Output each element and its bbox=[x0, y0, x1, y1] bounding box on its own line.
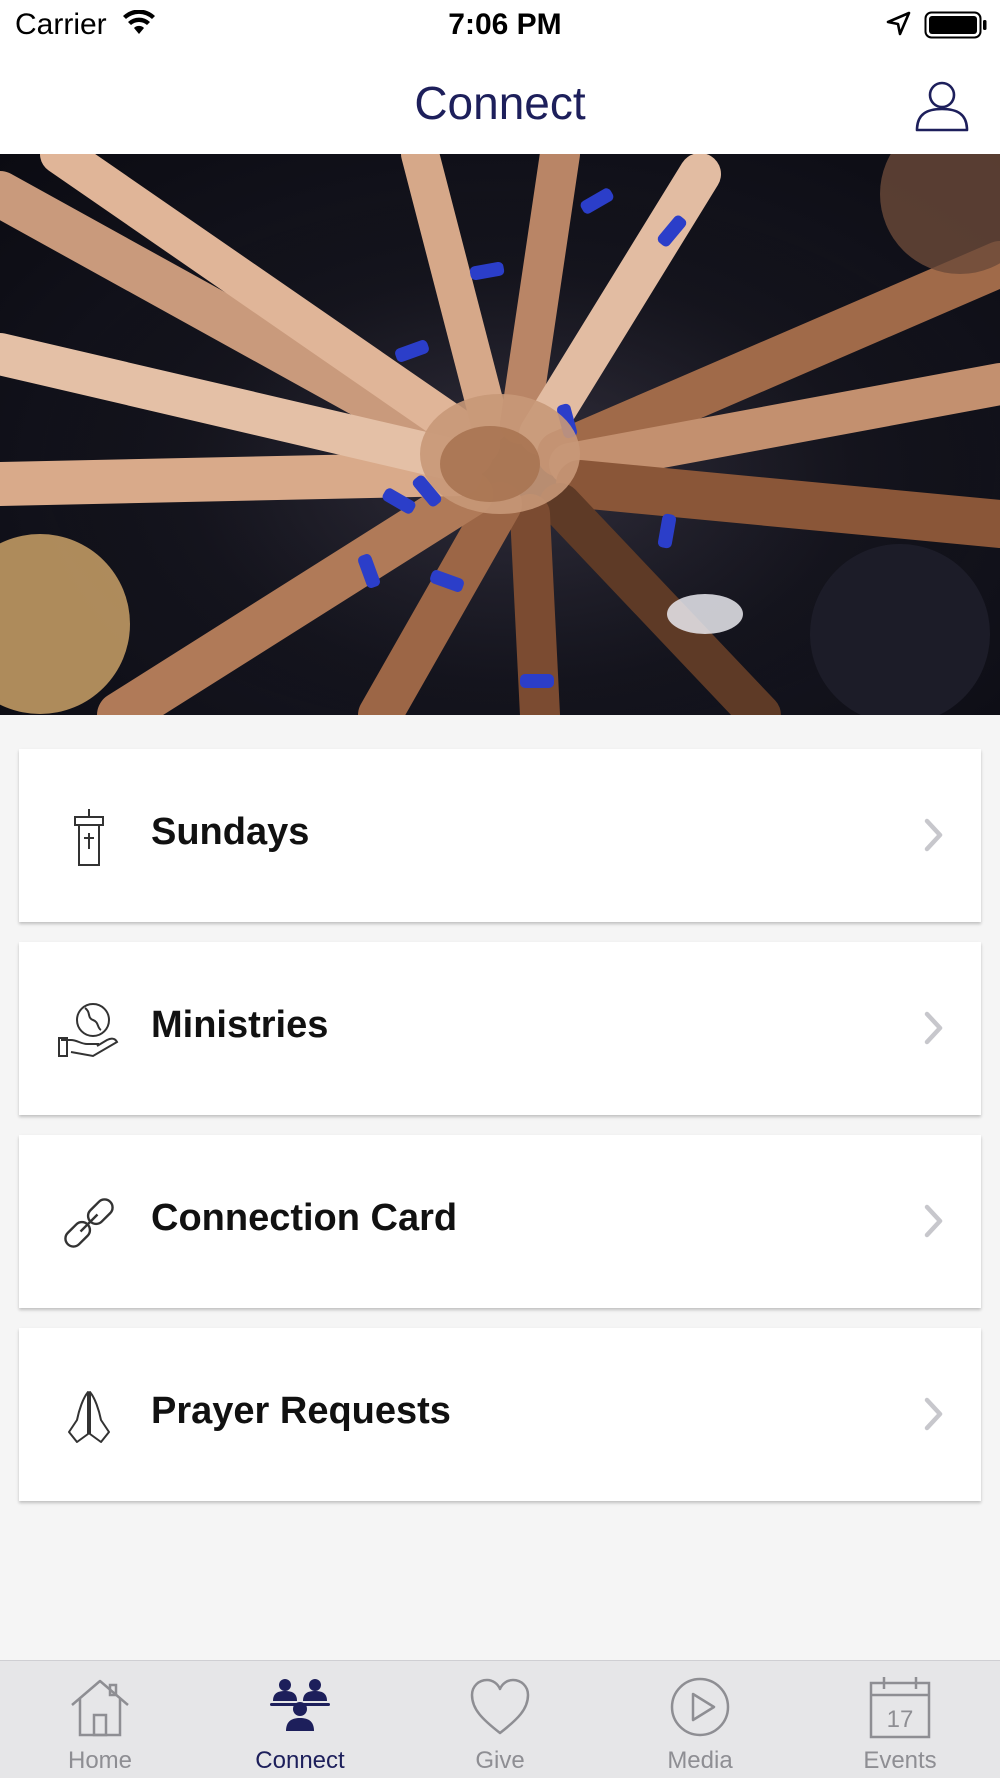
menu-item-ministries[interactable]: Ministries bbox=[19, 942, 981, 1115]
menu-item-label: Sundays bbox=[151, 811, 310, 853]
tab-label: Events bbox=[863, 1747, 937, 1774]
tab-label: Give bbox=[475, 1747, 525, 1774]
menu-item-label: Prayer Requests bbox=[151, 1390, 451, 1432]
location-arrow-icon bbox=[884, 10, 912, 43]
menu-item-prayer-requests[interactable]: Prayer Requests bbox=[19, 1328, 981, 1501]
navigation-bar: Connect bbox=[0, 52, 1000, 154]
chevron-right-icon bbox=[922, 817, 946, 858]
tab-connect[interactable]: Connect bbox=[200, 1661, 400, 1778]
profile-icon[interactable] bbox=[914, 78, 970, 139]
tab-home[interactable]: Home bbox=[0, 1661, 200, 1778]
menu-item-connection-card[interactable]: Connection Card bbox=[19, 1135, 981, 1308]
menu-item-label: Ministries bbox=[151, 1004, 329, 1046]
globe-in-hand-icon bbox=[57, 998, 121, 1062]
tab-bar: Home Connect Give Media 17 Events bbox=[0, 1660, 1000, 1778]
heart-icon bbox=[468, 1675, 532, 1739]
chevron-right-icon bbox=[922, 1396, 946, 1437]
tab-label: Connect bbox=[255, 1747, 345, 1774]
chevron-right-icon bbox=[922, 1203, 946, 1244]
link-icon bbox=[57, 1191, 121, 1255]
play-icon bbox=[668, 1675, 732, 1739]
praying-hands-icon bbox=[57, 1384, 121, 1448]
people-icon bbox=[268, 1675, 332, 1739]
status-time: 7:06 PM bbox=[448, 8, 562, 41]
page-title: Connect bbox=[414, 77, 586, 129]
hands-together-illustration bbox=[0, 154, 1000, 715]
menu-item-label: Connection Card bbox=[151, 1197, 458, 1239]
tab-give[interactable]: Give bbox=[400, 1661, 600, 1778]
home-icon bbox=[68, 1675, 132, 1739]
menu-item-sundays[interactable]: Sundays bbox=[19, 749, 981, 922]
pulpit-icon bbox=[57, 805, 121, 869]
calendar-icon: 17 bbox=[868, 1675, 932, 1739]
tab-media[interactable]: Media bbox=[600, 1661, 800, 1778]
battery-icon bbox=[924, 10, 988, 45]
tab-label: Media bbox=[667, 1747, 733, 1774]
status-bar: Carrier 7:06 PM bbox=[0, 0, 1000, 52]
chevron-right-icon bbox=[922, 1010, 946, 1051]
tab-events[interactable]: 17 Events bbox=[800, 1661, 1000, 1778]
tab-label: Home bbox=[67, 1747, 133, 1774]
hero-image bbox=[0, 154, 1000, 715]
calendar-day-number: 17 bbox=[887, 1706, 914, 1733]
